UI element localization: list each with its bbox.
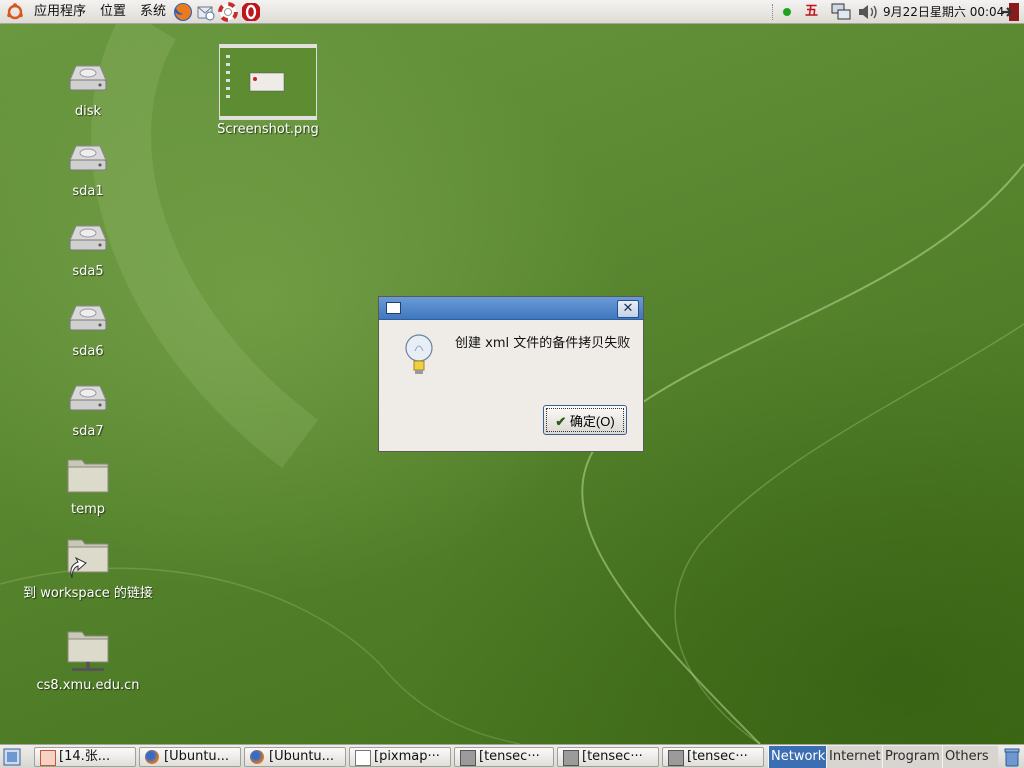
editor-icon [355, 750, 371, 766]
taskbar-item-label: [Ubuntu... [269, 749, 335, 764]
mail-launcher-icon[interactable] [196, 2, 216, 22]
taskbar-item[interactable]: [Ubuntu... [244, 747, 346, 767]
taskbar-item-label: [tensec··· [582, 749, 643, 764]
desktop-icon-label: sda6 [72, 344, 104, 359]
firefox-icon [145, 750, 159, 764]
taskbar-item-label: [pixmap··· [374, 749, 440, 764]
taskbar-item-label: [tensec··· [687, 749, 748, 764]
terminal-icon [460, 750, 476, 766]
desktop-icon-label: 到 workspace 的链接 [23, 586, 153, 601]
taskbar-item-label: [14.张... [59, 749, 111, 764]
bottom-panel: [14.张... [Ubuntu... [Ubuntu... [pixmap··… [0, 744, 1024, 768]
workspace-internet[interactable]: Internet [826, 746, 882, 768]
taskbar-item[interactable]: [tensec··· [662, 747, 764, 767]
panel-separator [772, 4, 775, 20]
top-panel: 应用程序 位置 系统 五 9月22日星期六 00:04 [0, 0, 1024, 24]
desktop-icon-label: temp [70, 502, 105, 517]
menu-places[interactable]: 位置 [100, 0, 126, 24]
dialog-close-button[interactable]: ✕ [617, 300, 639, 318]
desktop-icon-label: Screenshot.png [217, 122, 319, 137]
desktop-icon-temp[interactable]: temp [13, 452, 163, 517]
network-folder-icon [67, 631, 109, 671]
taskbar-item-label: [tensec··· [479, 749, 540, 764]
desktop-icon-label: sda5 [72, 264, 104, 279]
input-method-indicator[interactable]: 五 [805, 0, 818, 24]
show-desktop-icon[interactable] [3, 748, 21, 766]
folder-icon [67, 459, 109, 493]
menu-system[interactable]: 系统 [140, 0, 166, 24]
network-status-icon[interactable] [783, 8, 791, 16]
logout-icon[interactable] [1001, 2, 1021, 22]
network-monitor-icon[interactable] [830, 2, 852, 22]
firefox-icon [250, 750, 264, 764]
error-dialog: ✕ 创建 xml 文件的备件拷贝失败 ✔ 确定(O) [378, 296, 644, 452]
drive-icon [69, 225, 107, 251]
drive-icon [69, 65, 107, 91]
help-launcher-icon[interactable] [218, 2, 238, 22]
taskbar-item[interactable]: [pixmap··· [349, 747, 451, 767]
clock[interactable]: 9月22日星期六 00:04 [883, 0, 1004, 24]
desktop-icon-label: cs8.xmu.edu.cn [36, 678, 140, 693]
desktop-icon-network-share[interactable]: cs8.xmu.edu.cn [13, 628, 163, 693]
desktop-icon-label: sda1 [72, 184, 104, 199]
desktop-icon-sda5[interactable]: sda5 [13, 214, 163, 279]
folder-link-icon [67, 539, 109, 579]
opera-launcher-icon[interactable] [241, 2, 261, 22]
drive-icon [69, 305, 107, 331]
desktop-icon-label: sda7 [72, 424, 104, 439]
dialog-message: 创建 xml 文件的备件拷贝失败 [455, 336, 631, 351]
desktop-icon-screenshot[interactable]: Screenshot.png [194, 44, 342, 137]
workspace-program[interactable]: Program [882, 746, 942, 768]
dialog-titlebar[interactable]: ✕ [379, 297, 643, 320]
taskbar-item[interactable]: [tensec··· [454, 747, 554, 767]
volume-icon[interactable] [857, 3, 879, 21]
desktop-icon-disk[interactable]: disk [13, 54, 163, 119]
desktop-icon-sda7[interactable]: sda7 [13, 374, 163, 439]
drive-icon [69, 145, 107, 171]
checkmark-icon: ✔ [555, 413, 567, 429]
desktop-icon-sda6[interactable]: sda6 [13, 294, 163, 359]
firefox-launcher-icon[interactable] [173, 2, 193, 22]
drive-icon [69, 385, 107, 411]
ubuntu-logo-icon[interactable] [6, 3, 24, 21]
window-menu-icon[interactable] [386, 302, 401, 314]
workspace-network[interactable]: Network [768, 746, 826, 768]
desktop-icon-label: disk [74, 104, 102, 119]
menu-applications[interactable]: 应用程序 [34, 0, 86, 24]
taskbar-item[interactable]: [tensec··· [557, 747, 659, 767]
screenshot-thumbnail [219, 44, 317, 120]
lightbulb-icon [405, 334, 433, 374]
taskbar-item[interactable]: [Ubuntu... [139, 747, 241, 767]
desktop-icon-sda1[interactable]: sda1 [13, 134, 163, 199]
trash-icon[interactable] [1003, 747, 1021, 767]
taskbar-item-label: [Ubuntu... [164, 749, 230, 764]
desktop-icon-workspace-link[interactable]: 到 workspace 的链接 [13, 532, 163, 601]
workspace-others[interactable]: Others [942, 746, 998, 768]
ok-button-label: 确定(O) [569, 413, 615, 429]
document-icon [40, 750, 56, 766]
terminal-icon [563, 750, 579, 766]
ok-button[interactable]: ✔ 确定(O) [543, 405, 627, 435]
taskbar-item[interactable]: [14.张... [34, 747, 136, 767]
terminal-icon [668, 750, 684, 766]
